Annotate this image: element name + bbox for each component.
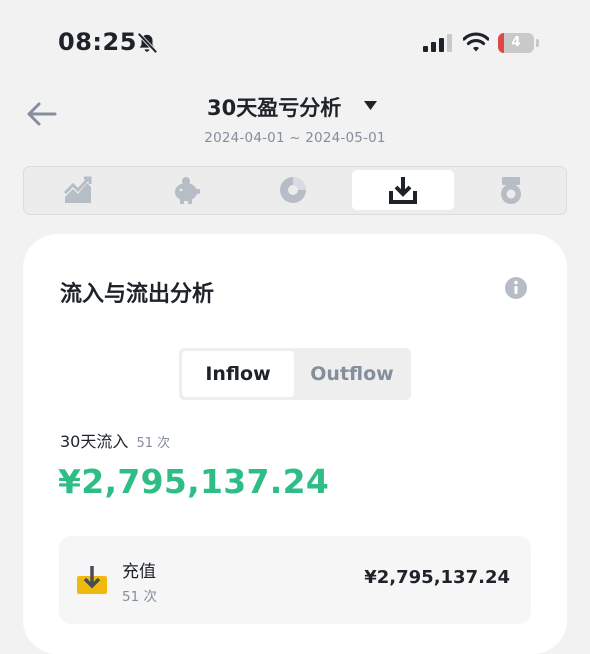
page-title[interactable]: 30天盈亏分析 <box>207 92 341 122</box>
tab-savings[interactable] <box>135 170 237 210</box>
list-item-deposit[interactable]: 充值 51 次 ¥2,795,137.24 <box>59 536 531 624</box>
piggy-bank-icon <box>175 177 200 204</box>
battery-icon: 4 <box>498 33 540 53</box>
flow-toggle: Inflow Outflow <box>179 348 411 400</box>
caret-down-icon[interactable] <box>364 101 377 110</box>
analysis-tabs <box>23 166 567 215</box>
bell-muted-icon <box>137 32 158 54</box>
battery-level: 4 <box>511 35 521 50</box>
tab-trend[interactable] <box>27 170 129 210</box>
medal-icon <box>501 177 521 204</box>
flow-analysis-card: 流入与流出分析 Inflow Outflow 30天流入 51 次 ¥2,795… <box>23 234 567 654</box>
status-time: 08:25 <box>58 28 137 56</box>
tab-achievements[interactable] <box>460 170 562 210</box>
deposit-icon <box>77 566 107 594</box>
tab-inflow-outflow[interactable] <box>352 170 454 210</box>
total-inflow-amount: ¥2,795,137.24 <box>58 462 330 501</box>
wifi-icon <box>463 32 489 52</box>
status-bar: 08:25 4 <box>0 0 590 90</box>
row-count: 51 次 <box>122 589 157 605</box>
outflow-tab[interactable]: Outflow <box>296 351 408 397</box>
inflow-tab[interactable]: Inflow <box>182 351 294 397</box>
period-label: 30天流入 <box>60 432 129 451</box>
row-amount: ¥2,795,137.24 <box>364 567 510 588</box>
battery-tip <box>536 39 539 47</box>
inflow-download-icon <box>389 177 417 204</box>
info-icon[interactable] <box>504 276 528 300</box>
tab-distribution[interactable] <box>242 170 344 210</box>
back-arrow-icon[interactable] <box>25 100 57 128</box>
date-range: 2024-04-01 ~ 2024-05-01 <box>204 130 386 146</box>
trend-chart-icon <box>63 176 92 203</box>
period-summary: 30天流入 51 次 <box>60 428 170 452</box>
cell-signal-icon <box>423 34 452 52</box>
row-label: 充值 <box>122 562 156 582</box>
card-title: 流入与流出分析 <box>60 282 215 307</box>
pie-chart-icon <box>280 177 306 203</box>
period-count: 51 次 <box>136 436 171 451</box>
